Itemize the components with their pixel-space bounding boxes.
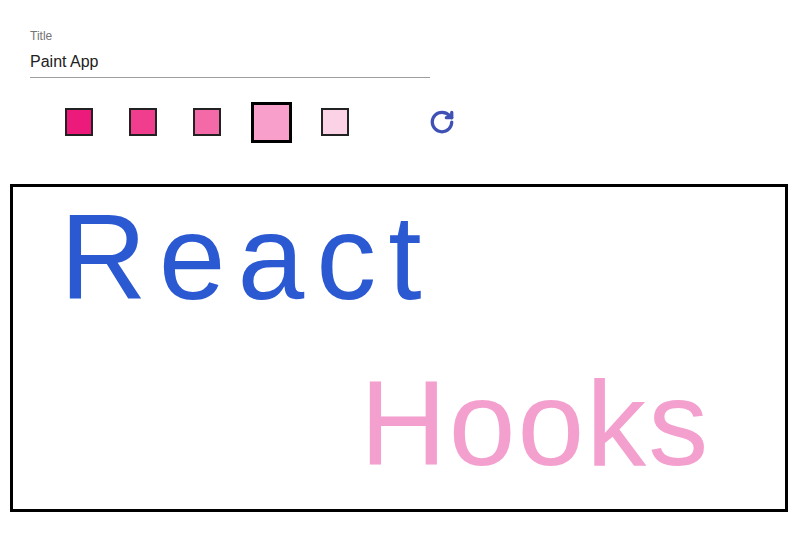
color-swatch[interactable] bbox=[193, 108, 221, 136]
title-field[interactable]: Title Paint App bbox=[30, 28, 430, 78]
color-swatch[interactable] bbox=[65, 108, 93, 136]
color-swatch[interactable] bbox=[129, 108, 157, 136]
refresh-button[interactable] bbox=[429, 109, 455, 135]
refresh-icon bbox=[429, 109, 455, 135]
title-label: Title bbox=[30, 28, 430, 44]
color-swatch[interactable] bbox=[251, 102, 292, 143]
canvas-drawing: Hooks bbox=[360, 363, 710, 483]
title-input[interactable]: Paint App bbox=[30, 50, 430, 74]
toolbar bbox=[0, 100, 798, 144]
color-swatch[interactable] bbox=[321, 108, 349, 136]
drawing-canvas[interactable]: React Hooks bbox=[10, 184, 788, 512]
canvas-drawing: React bbox=[60, 197, 433, 317]
paint-app: Title Paint App React Hooks bbox=[0, 0, 798, 536]
